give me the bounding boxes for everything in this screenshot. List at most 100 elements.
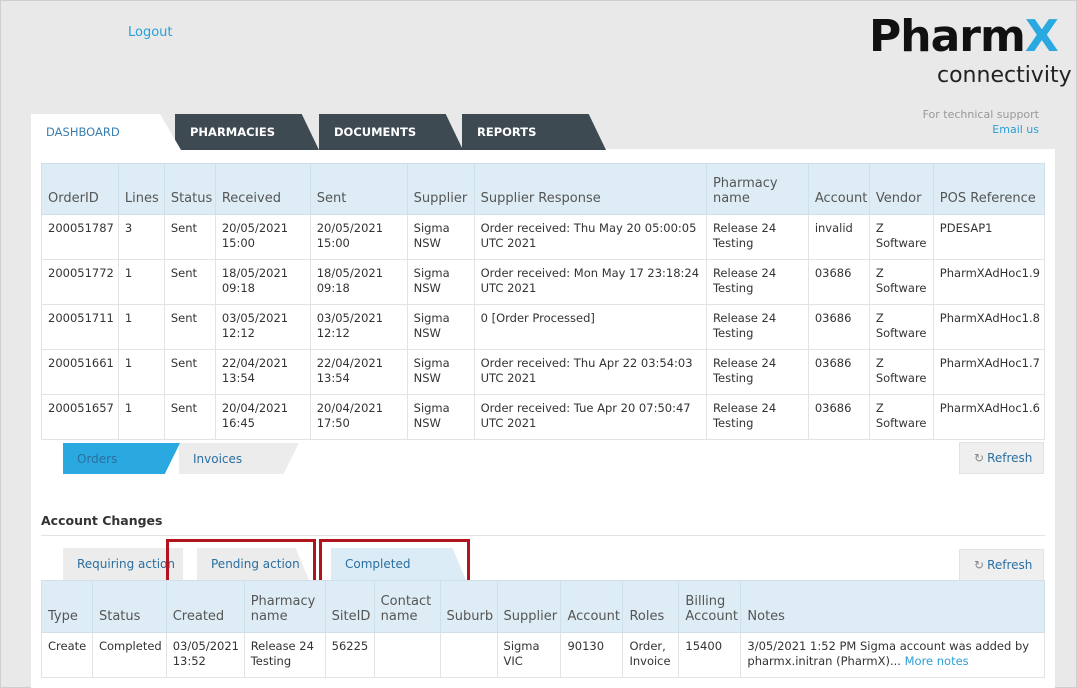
tab-pharmacies[interactable]: PHARMACIES [175, 114, 319, 150]
cell-received: 03/05/2021 12:12 [214, 304, 311, 350]
account-changes-title: Account Changes [41, 513, 163, 528]
cell-vendor: Z Software [868, 214, 934, 260]
logo-sub-text: connectivity [937, 63, 1072, 88]
tab-reports[interactable]: REPORTS [462, 114, 606, 150]
cell-account: 03686 [807, 349, 870, 395]
table-row[interactable]: Create Completed 03/05/2021 13:52 Releas… [41, 632, 1045, 678]
col-pos-reference[interactable]: POS Reference [932, 163, 1046, 215]
col-pharmacy-name[interactable]: Pharmacy name [705, 163, 809, 215]
refresh-icon: ↻ [974, 451, 985, 465]
cell-account: invalid [807, 214, 870, 260]
orders-table: OrderID Lines Status Received Sent Suppl… [41, 163, 1046, 440]
tab-invoices[interactable]: Invoices [179, 443, 299, 474]
orders-header-row: OrderID Lines Status Received Sent Suppl… [41, 163, 1046, 215]
table-row[interactable]: 200051787 3 Sent 20/05/2021 15:00 20/05/… [41, 214, 1046, 260]
table-row[interactable]: 200051657 1 Sent 20/04/2021 16:45 20/04/… [41, 394, 1046, 440]
col-billing-account[interactable]: Billing Account [678, 580, 742, 633]
cell-siteid: 56225 [324, 632, 375, 678]
cell-supplier: Sigma NSW [406, 304, 475, 350]
cell-pharmacy-name: Release 24 Testing [705, 214, 809, 260]
tab-dashboard[interactable]: DASHBOARD [31, 114, 181, 150]
col-notes[interactable]: Notes [740, 580, 1045, 633]
cell-lines: 1 [117, 259, 165, 305]
cell-account: 03686 [807, 259, 870, 305]
cell-pharmacy-name: Release 24 Testing [705, 394, 809, 440]
account-changes-table: Type Status Created Pharmacy name SiteID… [41, 580, 1045, 678]
col-supplier-response[interactable]: Supplier Response [473, 163, 707, 215]
cell-supplier-response: Order received: Mon May 17 23:18:24 UTC … [473, 259, 707, 305]
cell-lines: 1 [117, 394, 165, 440]
logo-x-text: X [1024, 11, 1059, 62]
col-contact-name[interactable]: Contact name [373, 580, 441, 633]
email-us-link[interactable]: Email us [923, 122, 1039, 137]
col-roles[interactable]: Roles [622, 580, 680, 633]
account-changes-refresh-button[interactable]: ↻ Refresh [959, 549, 1044, 581]
cell-pharmacy-name: Release 24 Testing [705, 259, 809, 305]
col-sent[interactable]: Sent [309, 163, 408, 215]
page: Logout PharmX connectivity For technical… [0, 0, 1077, 688]
orders-refresh-button[interactable]: ↻ Refresh [959, 442, 1044, 474]
col-supplier[interactable]: Supplier [406, 163, 475, 215]
tab-documents[interactable]: DOCUMENTS [319, 114, 463, 150]
cell-supplier: Sigma NSW [406, 259, 475, 305]
col-status[interactable]: Status [91, 580, 167, 633]
col-suburb[interactable]: Suburb [439, 580, 498, 633]
pharmx-logo: PharmX connectivity [869, 15, 1072, 95]
col-status[interactable]: Status [163, 163, 216, 215]
col-lines[interactable]: Lines [117, 163, 165, 215]
cell-account: 03686 [807, 304, 870, 350]
cell-orderid: 200051657 [41, 394, 119, 440]
table-row[interactable]: 200051711 1 Sent 03/05/2021 12:12 03/05/… [41, 304, 1046, 350]
cell-status: Sent [163, 304, 216, 350]
cell-sent: 18/05/2021 09:18 [309, 259, 408, 305]
cell-pharmacy-name: Release 24 Testing [705, 304, 809, 350]
table-row[interactable]: 200051772 1 Sent 18/05/2021 09:18 18/05/… [41, 259, 1046, 305]
cell-received: 20/04/2021 16:45 [214, 394, 311, 440]
cell-pos-reference: PharmXAdHoc1.7 [932, 349, 1046, 395]
cell-sent: 03/05/2021 12:12 [309, 304, 408, 350]
cell-supplier: Sigma NSW [406, 214, 475, 260]
col-account[interactable]: Account [807, 163, 870, 215]
cell-pharmacy-name: Release 24 Testing [243, 632, 326, 678]
cell-status: Completed [91, 632, 167, 678]
cell-suburb [439, 632, 498, 678]
col-orderid[interactable]: OrderID [41, 163, 119, 215]
cell-vendor: Z Software [868, 394, 934, 440]
tab-orders[interactable]: Orders [63, 443, 180, 474]
refresh-label: Refresh [987, 451, 1033, 465]
col-account[interactable]: Account [560, 580, 624, 633]
cell-pharmacy-name: Release 24 Testing [705, 349, 809, 395]
cell-received: 20/05/2021 15:00 [214, 214, 311, 260]
cell-sent: 20/05/2021 15:00 [309, 214, 408, 260]
cell-orderid: 200051787 [41, 214, 119, 260]
cell-account: 90130 [560, 632, 624, 678]
col-type[interactable]: Type [41, 580, 93, 633]
cell-supplier: Sigma NSW [406, 394, 475, 440]
table-row[interactable]: 200051661 1 Sent 22/04/2021 13:54 22/04/… [41, 349, 1046, 395]
cell-status: Sent [163, 349, 216, 395]
col-received[interactable]: Received [214, 163, 311, 215]
cell-lines: 1 [117, 304, 165, 350]
cell-type: Create [41, 632, 93, 678]
logo-main-text: Pharm [869, 11, 1026, 62]
more-notes-link[interactable]: More notes [905, 654, 969, 668]
cell-status: Sent [163, 394, 216, 440]
col-pharmacy-name[interactable]: Pharmacy name [243, 580, 326, 633]
col-vendor[interactable]: Vendor [868, 163, 934, 215]
tab-requiring-action[interactable]: Requiring action [63, 548, 183, 580]
refresh-label: Refresh [987, 558, 1033, 572]
support-info: For technical support Email us [923, 107, 1039, 137]
col-created[interactable]: Created [165, 580, 245, 633]
logout-link[interactable]: Logout [128, 25, 173, 40]
cell-pos-reference: PDESAP1 [932, 214, 1046, 260]
col-supplier[interactable]: Supplier [496, 580, 562, 633]
cell-supplier: Sigma NSW [406, 349, 475, 395]
cell-status: Sent [163, 259, 216, 305]
cell-roles: Order, Invoice [622, 632, 680, 678]
cell-lines: 3 [117, 214, 165, 260]
cell-status: Sent [163, 214, 216, 260]
cell-created: 03/05/2021 13:52 [165, 632, 245, 678]
col-siteid[interactable]: SiteID [324, 580, 375, 633]
cell-supplier-response: Order received: Tue Apr 20 07:50:47 UTC … [473, 394, 707, 440]
cell-orderid: 200051772 [41, 259, 119, 305]
